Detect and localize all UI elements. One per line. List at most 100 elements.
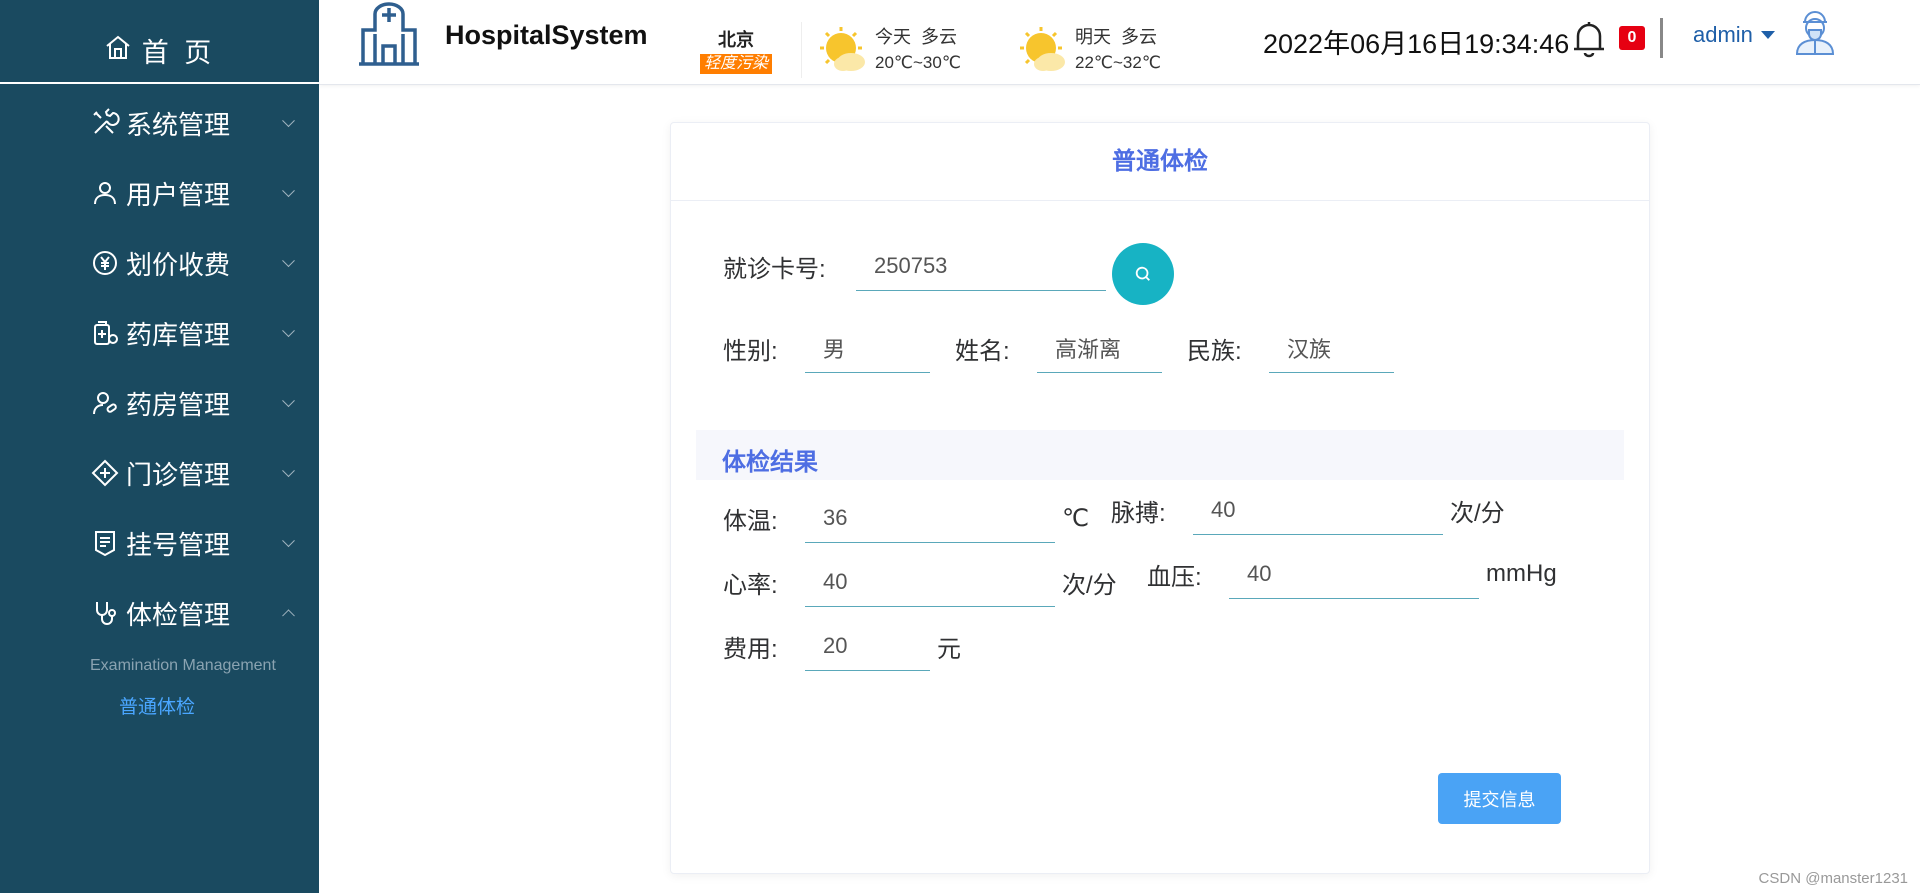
air-quality-badge: 轻度污染 <box>699 54 772 74</box>
blood-pressure-label: 血压: <box>1147 563 1202 591</box>
temperature-input[interactable] <box>805 493 1055 543</box>
search-button[interactable] <box>1112 243 1174 305</box>
sidebar-item-label: 挂号管理 <box>126 529 231 560</box>
gender-field: 性别: <box>723 323 930 373</box>
doctor-avatar-icon[interactable] <box>1791 8 1839 56</box>
section-header: 体检结果 <box>696 430 1624 480</box>
sidebar-home-label: 首 页 <box>141 37 216 68</box>
caret-down-icon <box>1760 31 1775 39</box>
exam-card: 普通体检 就诊卡号: 性别: 姓名: 民族: 体检结果 体温: ℃ 脉搏: 次/… <box>670 122 1650 874</box>
sidebar-item-label: 划价收费 <box>126 249 231 280</box>
blood-pressure-unit: mmHg <box>1486 560 1557 587</box>
submenu-group-title: Examination Management <box>90 657 276 674</box>
blood-pressure-input[interactable] <box>1229 549 1479 599</box>
chevron-down-icon <box>282 534 295 548</box>
gender-label: 性别: <box>723 337 778 365</box>
chevron-down-icon <box>282 464 295 478</box>
pulse-field: 脉搏: 次/分 <box>1111 485 1505 535</box>
sidebar-item-label: 系统管理 <box>126 109 231 140</box>
city-name: 北京 <box>718 30 754 50</box>
weather-condition: 多云 <box>1121 27 1158 47</box>
register-icon <box>90 528 120 558</box>
heart-rate-field: 心率: 次/分 <box>723 557 1117 607</box>
clinic-icon <box>90 458 120 488</box>
sidebar-item-label: 用户管理 <box>126 179 231 210</box>
heart-rate-input[interactable] <box>805 557 1055 607</box>
watermark-text: CSDN @manster1231 <box>1758 870 1908 887</box>
username: admin <box>1693 22 1753 47</box>
weather-day: 今天 <box>875 27 911 47</box>
chevron-down-icon <box>282 184 295 198</box>
chevron-down-icon <box>282 324 295 338</box>
chevron-down-icon <box>282 394 295 408</box>
tools-icon <box>90 108 120 138</box>
partly-cloudy-icon <box>820 27 865 71</box>
city-widget: 北京 轻度污染 <box>694 26 778 74</box>
ethnicity-label: 民族: <box>1187 337 1242 365</box>
temperature-unit: ℃ <box>1062 504 1089 532</box>
user-icon <box>90 178 120 208</box>
sidebar-item-registration[interactable]: 挂号管理 <box>0 508 319 578</box>
name-input[interactable] <box>1037 323 1162 373</box>
chevron-down-icon <box>282 114 295 128</box>
fee-field: 费用: 元 <box>723 621 961 671</box>
divider <box>801 22 802 78</box>
weather-day: 明天 <box>1075 27 1111 47</box>
sidebar-home[interactable]: 首 页 <box>0 0 319 84</box>
submenu-item-general-exam[interactable]: 普通体检 <box>0 684 319 732</box>
gender-input[interactable] <box>805 323 930 373</box>
sidebar-item-warehouse[interactable]: 药库管理 <box>0 298 319 368</box>
hospital-logo-icon <box>359 2 419 66</box>
card-no-input[interactable] <box>856 241 1106 291</box>
heart-rate-label: 心率: <box>723 571 778 599</box>
bell-icon[interactable] <box>1570 18 1608 58</box>
weather-today: 今天 多云 20℃~30℃ <box>815 24 961 82</box>
app-title: HospitalSystem <box>445 20 648 50</box>
fee-input[interactable] <box>805 621 930 671</box>
temperature-label: 体温: <box>723 507 778 535</box>
submit-button[interactable]: 提交信息 <box>1438 773 1561 824</box>
sidebar-item-pharmacy[interactable]: 药房管理 <box>0 368 319 438</box>
sidebar-item-system[interactable]: 系统管理 <box>0 88 319 158</box>
name-field: 姓名: <box>955 323 1162 373</box>
section-title: 体检结果 <box>722 449 818 476</box>
pulse-unit: 次/分 <box>1450 499 1505 527</box>
weather-temp: 20℃~30℃ <box>875 53 961 72</box>
fee-unit: 元 <box>937 635 961 663</box>
sidebar-item-examination[interactable]: 体检管理 <box>0 578 319 648</box>
card-no-field: 就诊卡号: <box>723 241 1106 291</box>
home-icon <box>104 33 132 68</box>
card-title: 普通体检 <box>671 123 1649 201</box>
divider <box>1660 18 1663 58</box>
chevron-up-icon <box>282 609 295 623</box>
weather-temp: 22℃~32℃ <box>1075 53 1161 72</box>
sidebar-menu: 系统管理 用户管理 划价收费 药库管理 药房管理 门诊管理 挂号管理 体检管理 <box>0 88 319 648</box>
user-menu[interactable]: admin <box>1693 22 1775 48</box>
sidebar: 首 页 系统管理 用户管理 划价收费 药库管理 药房管理 门诊管理 挂号管理 体… <box>0 0 319 893</box>
partly-cloudy-icon <box>1020 27 1065 71</box>
current-datetime: 2022年06月16日19:34:46 <box>1263 29 1570 59</box>
card-no-label: 就诊卡号: <box>723 255 826 283</box>
ethnicity-input[interactable] <box>1269 323 1394 373</box>
yen-icon <box>90 248 120 278</box>
name-label: 姓名: <box>955 337 1010 365</box>
pulse-input[interactable] <box>1193 485 1443 535</box>
stethoscope-icon <box>90 598 120 628</box>
sidebar-item-label: 体检管理 <box>126 599 231 630</box>
heart-rate-unit: 次/分 <box>1062 571 1117 599</box>
top-header: HospitalSystem 北京 轻度污染 今天 多云 20℃~30℃ 明天 … <box>319 0 1920 85</box>
pulse-label: 脉搏: <box>1111 499 1166 527</box>
notification-count-badge: 0 <box>1619 26 1645 50</box>
weather-condition: 多云 <box>921 27 958 47</box>
sidebar-item-billing[interactable]: 划价收费 <box>0 228 319 298</box>
sidebar-item-clinic[interactable]: 门诊管理 <box>0 438 319 508</box>
chevron-down-icon <box>282 254 295 268</box>
ethnicity-field: 民族: <box>1187 323 1394 373</box>
medicine-storage-icon <box>90 318 120 348</box>
blood-pressure-field: 血压: mmHg <box>1147 549 1557 599</box>
sidebar-item-label: 门诊管理 <box>126 459 231 490</box>
pharmacy-icon <box>90 388 120 418</box>
sidebar-item-users[interactable]: 用户管理 <box>0 158 319 228</box>
search-icon <box>1135 266 1150 281</box>
fee-label: 费用: <box>723 635 778 663</box>
